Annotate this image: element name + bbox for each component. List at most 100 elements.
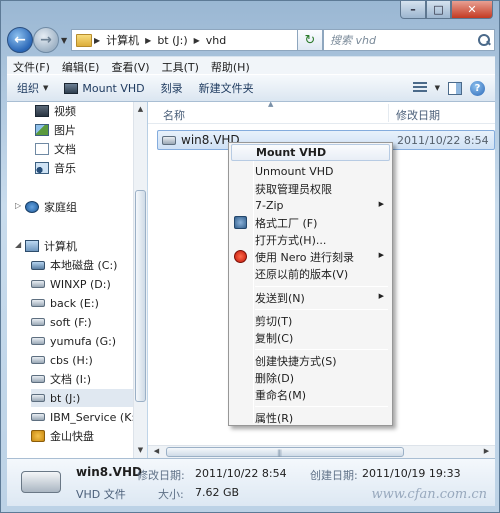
menu-bar: 文件(F) 编辑(E) 查看(V) 工具(T) 帮助(H) xyxy=(7,56,495,74)
scroll-left-icon[interactable]: ◀ xyxy=(150,445,163,457)
search-icon[interactable] xyxy=(478,34,490,46)
grip-icon: ||| xyxy=(277,449,282,457)
menu-view[interactable]: 查看(V) xyxy=(105,57,155,74)
menu-tools[interactable]: 工具(T) xyxy=(156,57,205,74)
video-library-icon xyxy=(35,105,49,117)
scrollbar-thumb[interactable] xyxy=(135,190,146,402)
nav-label: 金山快盘 xyxy=(50,430,94,443)
scroll-up-icon[interactable]: ▲ xyxy=(134,102,147,116)
drive-icon xyxy=(31,337,45,345)
nav-item-drive-e[interactable]: back (E:) xyxy=(31,294,146,312)
folder-icon xyxy=(76,33,92,47)
preview-pane-icon[interactable] xyxy=(448,81,462,95)
nav-item-drive-i[interactable]: 文档 (I:) xyxy=(31,370,146,388)
context-menu: Mount VHD Unmount VHD 获取管理员权限 7-Zip ▶ 格式工… xyxy=(228,142,393,426)
address-bar[interactable]: ▶ 计算机 ▶ bt (J:) ▶ vhd ▼ xyxy=(71,29,323,51)
ctx-rename[interactable]: 重命名(M) xyxy=(231,386,390,403)
nav-label: cbs (H:) xyxy=(50,353,93,367)
nav-label: 图片 xyxy=(54,124,76,137)
ctx-mount-vhd[interactable]: Mount VHD xyxy=(231,144,390,161)
submenu-arrow-icon: ▶ xyxy=(378,251,384,259)
ctx-send-to[interactable]: 发送到(N) ▶ xyxy=(231,289,390,306)
help-icon[interactable]: ? xyxy=(470,80,485,96)
navigation-pane: 视频 图片 文档 音乐 ▷ 家庭组 ◢ 计算机 本地磁盘 (C:) WINXP … xyxy=(7,102,147,458)
ctx-copy[interactable]: 复制(C) xyxy=(231,329,390,346)
computer-icon xyxy=(25,240,39,252)
breadcrumb-computer[interactable]: 计算机 xyxy=(102,32,143,48)
nav-item-videos[interactable]: 视频 xyxy=(35,102,146,120)
maximize-button[interactable]: □ xyxy=(426,1,451,19)
column-date-modified[interactable]: 修改日期 xyxy=(396,107,440,123)
ctx-restore-previous[interactable]: 还原以前的版本(V) xyxy=(231,265,390,282)
new-folder-button[interactable]: 新建文件夹 xyxy=(191,80,262,96)
chevron-right-icon[interactable]: ▶ xyxy=(92,36,102,45)
file-date: 2011/10/22 8:54 xyxy=(397,134,489,147)
chevron-down-icon[interactable]: ▼ xyxy=(435,84,440,92)
breadcrumb-vhd[interactable]: vhd xyxy=(202,34,230,47)
nav-item-documents[interactable]: 文档 xyxy=(35,140,146,158)
nav-label: 音乐 xyxy=(54,162,76,175)
command-bar: 组织 ▼ Mount VHD 刻录 新建文件夹 ▼ ? xyxy=(7,74,495,102)
nav-label: 本地磁盘 (C:) xyxy=(50,259,118,272)
document-library-icon xyxy=(35,143,49,155)
burn-button[interactable]: 刻录 xyxy=(153,80,191,96)
minimize-button[interactable]: – xyxy=(400,1,426,19)
ctx-delete[interactable]: 删除(D) xyxy=(231,369,390,386)
ctx-take-ownership[interactable]: 获取管理员权限 xyxy=(231,180,390,197)
collapse-arrow-icon[interactable]: ◢ xyxy=(15,240,21,249)
scroll-right-icon[interactable]: ▶ xyxy=(480,445,493,457)
ctx-open-with[interactable]: 打开方式(H)... xyxy=(231,231,390,248)
nav-item-homegroup[interactable]: 家庭组 xyxy=(25,198,146,216)
scrollbar-thumb[interactable]: ||| xyxy=(166,447,404,457)
nav-item-pictures[interactable]: 图片 xyxy=(35,121,146,139)
refresh-button[interactable]: ↻ xyxy=(297,29,323,51)
ctx-properties[interactable]: 属性(R) xyxy=(231,409,390,426)
column-name[interactable]: 名称 xyxy=(163,107,185,123)
navigation-scrollbar[interactable]: ▲ ▼ xyxy=(133,102,147,458)
ctx-create-shortcut[interactable]: 创建快捷方式(S) xyxy=(231,352,390,369)
nav-item-music[interactable]: 音乐 xyxy=(35,159,146,177)
organize-button[interactable]: 组织 ▼ xyxy=(7,80,56,96)
views-icon[interactable] xyxy=(412,82,427,94)
breadcrumb-bt-drive[interactable]: bt (J:) xyxy=(153,34,191,47)
nav-label: bt (J:) xyxy=(50,391,81,405)
nav-item-drive-h[interactable]: cbs (H:) xyxy=(31,351,146,369)
submenu-arrow-icon: ▶ xyxy=(378,292,384,300)
menu-separator xyxy=(255,309,388,310)
ctx-7zip[interactable]: 7-Zip ▶ xyxy=(231,197,390,214)
nav-item-computer[interactable]: 计算机 xyxy=(25,237,146,255)
scroll-down-icon[interactable]: ▼ xyxy=(134,443,147,457)
chevron-right-icon[interactable]: ▶ xyxy=(192,36,202,45)
chevron-right-icon[interactable]: ▶ xyxy=(143,36,153,45)
nav-item-drive-d[interactable]: WINXP (D:) xyxy=(31,275,146,293)
forward-button[interactable]: → xyxy=(33,27,59,53)
nav-item-drive-f[interactable]: soft (F:) xyxy=(31,313,146,331)
close-button[interactable]: ✕ xyxy=(451,1,493,19)
column-divider[interactable] xyxy=(388,104,389,122)
menu-help[interactable]: 帮助(H) xyxy=(205,57,256,74)
vhd-file-icon xyxy=(21,471,61,493)
details-pane: win8.VHD VHD 文件 修改日期: 2011/10/22 8:54 大小… xyxy=(7,458,495,506)
nav-item-drive-g[interactable]: yumufa (G:) xyxy=(31,332,146,350)
nav-item-kuaipan[interactable]: 金山快盘 xyxy=(31,427,146,445)
vhd-icon xyxy=(64,82,79,94)
menu-file[interactable]: 文件(F) xyxy=(7,57,56,74)
nav-item-drive-c[interactable]: 本地磁盘 (C:) xyxy=(31,256,146,274)
ctx-format-factory[interactable]: 格式工厂 (F) xyxy=(231,214,390,231)
ctx-unmount-vhd[interactable]: Unmount VHD xyxy=(231,163,390,180)
nav-item-drive-j[interactable]: bt (J:) xyxy=(31,389,139,407)
back-button[interactable]: ← xyxy=(7,27,33,53)
drive-icon xyxy=(31,394,45,402)
expand-arrow-icon[interactable]: ▷ xyxy=(15,201,21,210)
mount-vhd-label: Mount VHD xyxy=(82,81,145,95)
ctx-nero-burn[interactable]: 使用 Nero 进行刻录 ▶ xyxy=(231,248,390,265)
search-input[interactable]: 搜索 vhd xyxy=(323,29,495,51)
mount-vhd-button[interactable]: Mount VHD xyxy=(56,82,152,95)
nav-label: soft (F:) xyxy=(50,315,92,329)
nav-item-drive-k[interactable]: IBM_Service (K:) xyxy=(31,408,146,426)
recent-pages-dropdown[interactable]: ▼ xyxy=(61,36,67,45)
details-file-type: VHD 文件 xyxy=(76,488,126,501)
menu-edit[interactable]: 编辑(E) xyxy=(56,57,106,74)
horizontal-scrollbar[interactable]: ◀ ||| ▶ xyxy=(148,445,495,458)
ctx-cut[interactable]: 剪切(T) xyxy=(231,312,390,329)
